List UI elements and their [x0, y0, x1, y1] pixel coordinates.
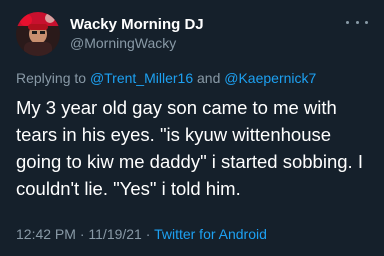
avatar[interactable] — [16, 12, 60, 56]
replying-to: Replying to @Trent_Miller16 and @Kaepern… — [16, 68, 368, 88]
more-options-icon[interactable] — [346, 16, 368, 28]
tweet-date[interactable]: 11/19/21 — [88, 226, 141, 242]
tweet: Wacky Morning DJ @MorningWacky Replying … — [0, 0, 384, 256]
tweet-text: My 3 year old gay son came to me with te… — [16, 97, 363, 199]
tweet-time[interactable]: 12:42 PM — [16, 226, 76, 242]
separator: · — [145, 226, 151, 242]
avatar-image — [16, 12, 60, 56]
dot — [346, 20, 349, 24]
replying-to-label: Replying to — [16, 70, 87, 86]
user-handle[interactable]: @MorningWacky — [70, 34, 204, 53]
separator: · — [79, 226, 85, 242]
mention-link[interactable]: @Trent_Miller16 — [90, 70, 193, 86]
tweet-header: Wacky Morning DJ @MorningWacky — [16, 10, 368, 58]
dot — [355, 20, 359, 24]
mention-link[interactable]: @Kaepernick7 — [224, 70, 316, 86]
display-name[interactable]: Wacky Morning DJ — [70, 15, 204, 34]
replying-to-joiner: and — [197, 70, 221, 86]
tweet-source[interactable]: Twitter for Android — [154, 226, 267, 242]
tweet-metadata: 12:42 PM · 11/19/21 · Twitter for Androi… — [16, 226, 267, 242]
author-names: Wacky Morning DJ @MorningWacky — [70, 15, 204, 53]
dot — [365, 20, 368, 24]
